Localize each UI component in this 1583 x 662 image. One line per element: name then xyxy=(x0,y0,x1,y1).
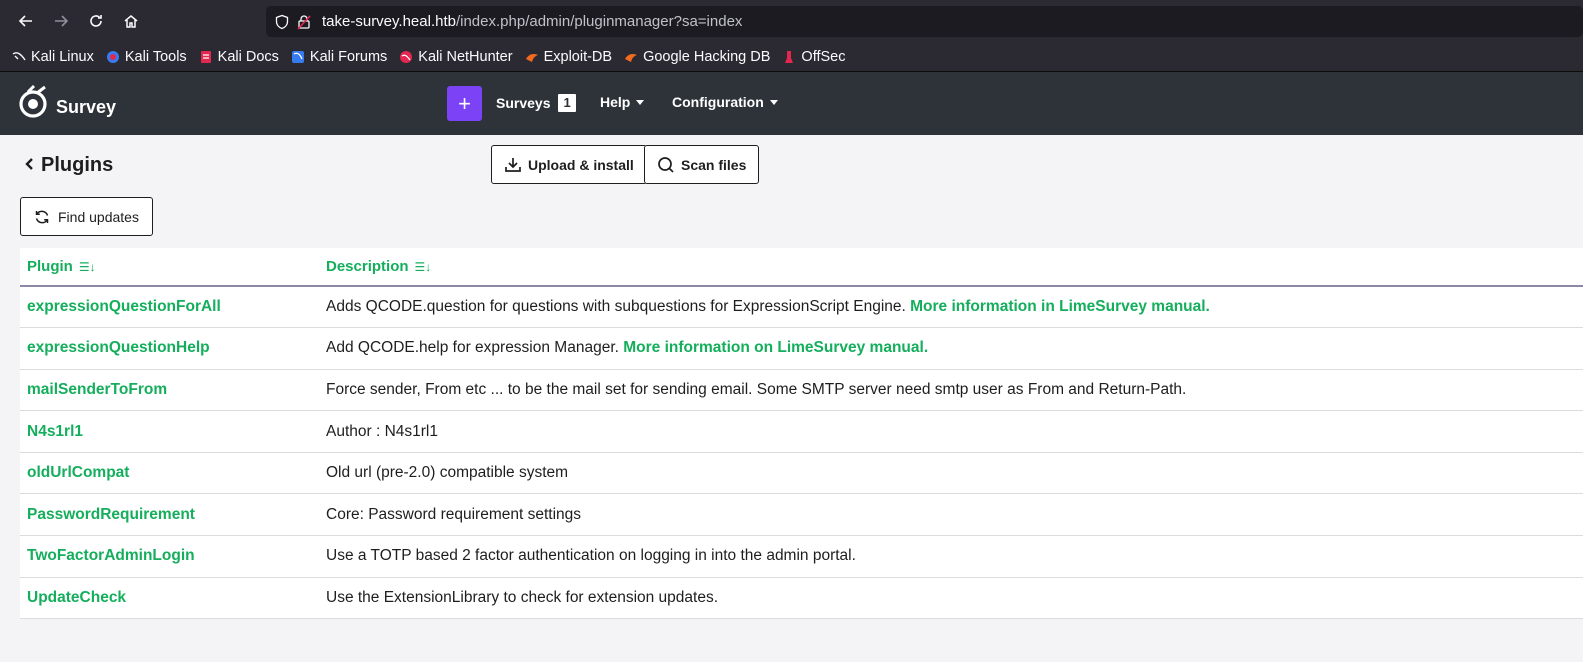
shield-icon xyxy=(274,14,290,30)
table-header-row: Plugin ☰↓ Description ☰↓ xyxy=(20,248,1583,287)
scan-files-button[interactable]: Scan files xyxy=(644,145,760,184)
table-row: UpdateCheck Use the ExtensionLibrary to … xyxy=(20,577,1583,620)
kali-dragon-icon xyxy=(12,50,26,64)
caret-down-icon xyxy=(769,99,778,105)
plugin-description: Adds QCODE.question for questions with s… xyxy=(319,286,1583,329)
arrow-right-icon xyxy=(55,15,69,27)
find-updates-button[interactable]: Find updates xyxy=(20,197,153,236)
home-icon xyxy=(124,15,138,28)
bookmark-offsec[interactable]: OffSec xyxy=(782,49,845,65)
browser-toolbar: take-survey.heal.htb/index.php/admin/plu… xyxy=(0,0,1583,42)
bookmark-kali-forums[interactable]: Kali Forums xyxy=(291,49,387,65)
arrow-left-icon xyxy=(18,15,32,27)
surveys-count-badge: 1 xyxy=(558,94,576,112)
forward-button[interactable] xyxy=(45,5,77,37)
plugin-name-link[interactable]: UpdateCheck xyxy=(20,577,319,620)
insecure-lock-icon xyxy=(296,14,312,30)
address-bar[interactable]: take-survey.heal.htb/index.php/admin/plu… xyxy=(266,6,1583,37)
plugin-name-link[interactable]: TwoFactorAdminLogin xyxy=(20,535,319,578)
nav-help-dropdown[interactable]: Help xyxy=(600,94,645,110)
table-row: PasswordRequirement Core: Password requi… xyxy=(20,493,1583,537)
brand-name: Survey xyxy=(56,96,117,117)
manual-link[interactable]: More information on LimeSurvey manual. xyxy=(623,339,928,356)
back-button[interactable] xyxy=(10,5,42,37)
search-icon xyxy=(658,156,674,173)
sort-icon: ☰↓ xyxy=(414,260,432,274)
download-tray-icon xyxy=(505,157,521,172)
plugin-description: Author : N4s1rl1 xyxy=(319,410,1583,453)
app-navbar: Survey + Surveys 1 Help Configuration xyxy=(0,72,1583,135)
nav-surveys[interactable]: Surveys 1 xyxy=(496,94,576,112)
home-button[interactable] xyxy=(115,5,147,37)
caret-down-icon xyxy=(636,99,645,105)
url-text: take-survey.heal.htb/index.php/admin/plu… xyxy=(322,13,743,30)
column-header-plugin[interactable]: Plugin ☰↓ xyxy=(20,248,319,287)
kali-forums-icon xyxy=(291,50,305,64)
limesurvey-logo-icon xyxy=(19,85,47,118)
table-row: expressionQuestionHelp Add QCODE.help fo… xyxy=(20,327,1583,370)
sort-icon: ☰↓ xyxy=(78,260,96,274)
main-content: Plugins Upload & install Scan files Find… xyxy=(0,135,1583,661)
plugin-name-link[interactable]: expressionQuestionForAll xyxy=(20,286,319,329)
nav-configuration-dropdown[interactable]: Configuration xyxy=(672,94,778,110)
bookmark-kali-linux[interactable]: Kali Linux xyxy=(12,49,94,65)
table-row: TwoFactorAdminLogin Use a TOTP based 2 f… xyxy=(20,535,1583,578)
column-header-description[interactable]: Description ☰↓ xyxy=(319,248,1583,287)
reload-icon xyxy=(90,15,102,27)
plugin-description: Core: Password requirement settings xyxy=(319,493,1583,537)
table-row: oldUrlCompat Old url (pre-2.0) compatibl… xyxy=(20,452,1583,495)
bookmarks-bar: Kali Linux Kali Tools Kali Docs Kali For… xyxy=(0,42,1583,72)
back-chevron-icon[interactable] xyxy=(25,155,35,176)
manual-link[interactable]: More information in LimeSurvey manual. xyxy=(910,298,1210,315)
bookmark-kali-tools[interactable]: Kali Tools xyxy=(106,49,187,65)
plugin-name-link[interactable]: PasswordRequirement xyxy=(20,493,319,537)
plugin-name-link[interactable]: oldUrlCompat xyxy=(20,452,319,495)
table-row: mailSenderToFrom Force sender, From etc … xyxy=(20,369,1583,412)
ghdb-icon xyxy=(624,50,638,64)
reload-button[interactable] xyxy=(80,5,112,37)
bookmark-exploit-db[interactable]: Exploit-DB xyxy=(525,49,612,65)
brand-logo[interactable]: Survey xyxy=(18,85,116,119)
offsec-icon xyxy=(782,50,796,64)
page-title: Plugins xyxy=(25,154,113,177)
plugin-name-link[interactable]: N4s1rl1 xyxy=(20,410,319,453)
refresh-icon xyxy=(35,210,49,223)
plugin-description: Use a TOTP based 2 factor authentication… xyxy=(319,535,1583,578)
plugin-description: Use the ExtensionLibrary to check for ex… xyxy=(319,577,1583,620)
plugin-description: Old url (pre-2.0) compatible system xyxy=(319,452,1583,495)
plugin-description: Add QCODE.help for expression Manager. M… xyxy=(319,327,1583,370)
bookmark-kali-nethunter[interactable]: Kali NetHunter xyxy=(399,49,513,65)
bookmark-kali-docs[interactable]: Kali Docs xyxy=(199,49,279,65)
table-row: expressionQuestionForAll Adds QCODE.ques… xyxy=(20,286,1583,329)
kali-docs-icon xyxy=(199,50,213,64)
plugin-description: Force sender, From etc ... to be the mai… xyxy=(319,369,1583,412)
kali-tools-icon xyxy=(106,50,120,64)
plugin-name-link[interactable]: mailSenderToFrom xyxy=(20,369,319,412)
plugins-table: Plugin ☰↓ Description ☰↓ expressionQuestio… xyxy=(20,248,1583,620)
create-survey-button[interactable]: + xyxy=(447,86,482,121)
exploit-db-icon xyxy=(525,50,539,64)
plus-icon: + xyxy=(458,90,471,116)
plugin-name-link[interactable]: expressionQuestionHelp xyxy=(20,327,319,370)
nethunter-icon xyxy=(399,50,413,64)
upload-install-button[interactable]: Upload & install xyxy=(491,145,647,184)
bookmark-google-hacking-db[interactable]: Google Hacking DB xyxy=(624,49,770,65)
table-row: N4s1rl1 Author : N4s1rl1 xyxy=(20,410,1583,453)
